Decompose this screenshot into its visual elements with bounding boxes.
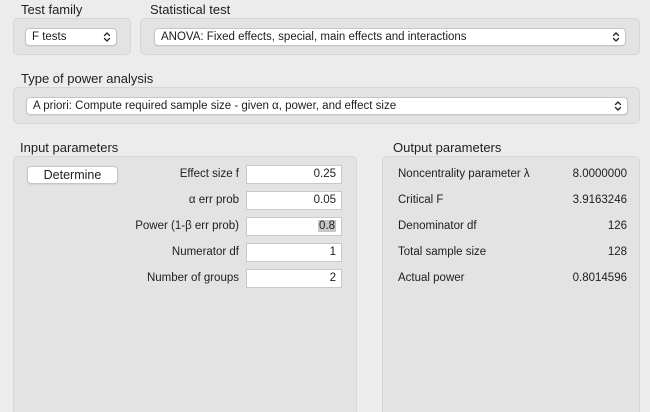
number-of-groups-label: Number of groups (146, 272, 239, 284)
input-parameters-title: Input parameters (20, 140, 119, 155)
total-sample-size-value: 128 (607, 246, 627, 258)
denominator-df-value: 126 (607, 220, 627, 232)
statistical-test-label: Statistical test (150, 2, 231, 17)
total-sample-size-label: Total sample size (398, 246, 487, 258)
effect-size-field[interactable]: 0.25 (246, 165, 342, 184)
statistical-test-select[interactable]: ANOVA: Fixed effects, special, main effe… (154, 28, 626, 46)
actual-power-value: 0.8014596 (572, 272, 627, 284)
power-value: 0.8 (318, 220, 336, 232)
statistical-test-value: ANOVA: Fixed effects, special, main effe… (161, 31, 467, 43)
test-family-select[interactable]: F tests (25, 28, 117, 46)
power-analysis-group: A priori: Compute required sample size -… (13, 87, 640, 124)
test-family-value: F tests (32, 31, 67, 43)
denominator-df-label: Denominator df (398, 220, 477, 232)
numerator-df-field[interactable]: 1 (246, 243, 342, 262)
chevron-up-down-icon (612, 32, 620, 42)
power-analysis-select[interactable]: A priori: Compute required sample size -… (26, 97, 628, 115)
noncentrality-value: 8.0000000 (572, 168, 627, 180)
critical-f-value: 3.9163246 (572, 194, 627, 206)
alpha-err-prob-field[interactable]: 0.05 (246, 191, 342, 210)
alpha-err-prob-value: 0.05 (313, 194, 336, 206)
determine-button[interactable]: Determine (27, 166, 118, 184)
number-of-groups-field[interactable]: 2 (246, 269, 342, 288)
numerator-df-label: Numerator df (171, 246, 239, 258)
test-family-group: F tests (13, 18, 131, 55)
chevron-up-down-icon (614, 101, 622, 111)
power-analysis-label: Type of power analysis (21, 71, 154, 86)
chevron-up-down-icon (103, 32, 111, 42)
number-of-groups-value: 2 (329, 272, 336, 284)
effect-size-label: Effect size f (179, 168, 239, 180)
output-parameters-title: Output parameters (393, 140, 502, 155)
test-family-label: Test family (21, 2, 83, 17)
critical-f-label: Critical F (398, 194, 444, 206)
numerator-df-value: 1 (329, 246, 336, 258)
alpha-err-prob-label: α err prob (188, 194, 239, 206)
power-analysis-value: A priori: Compute required sample size -… (33, 100, 397, 112)
noncentrality-label: Noncentrality parameter λ (398, 168, 530, 180)
power-field[interactable]: 0.8 (246, 217, 342, 236)
power-label: Power (1-β err prob) (135, 220, 239, 232)
actual-power-label: Actual power (398, 272, 465, 284)
statistical-test-group: ANOVA: Fixed effects, special, main effe… (140, 18, 640, 55)
effect-size-value: 0.25 (313, 168, 336, 180)
